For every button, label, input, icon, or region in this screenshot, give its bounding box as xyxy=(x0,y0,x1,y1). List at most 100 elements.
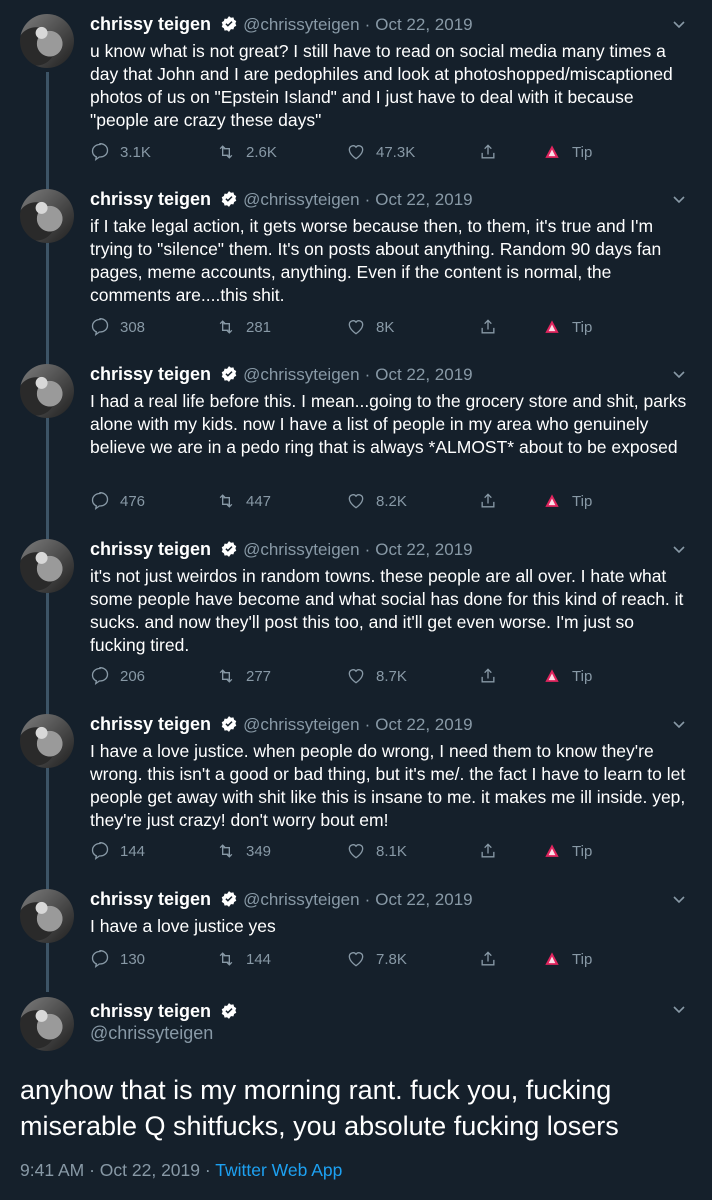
like-count: 8.1K xyxy=(376,842,407,860)
retweet-button[interactable]: 281 xyxy=(216,317,271,337)
retweet-count: 447 xyxy=(246,492,272,510)
separator: · xyxy=(204,1160,211,1180)
tip-icon xyxy=(545,952,559,965)
tip-label: Tip xyxy=(572,143,593,161)
retweet-count: 277 xyxy=(246,667,272,685)
like-icon xyxy=(348,494,364,509)
tip-icon xyxy=(545,669,559,682)
chevron-down-icon[interactable] xyxy=(672,193,686,207)
reply-count: 3.1K xyxy=(120,143,151,161)
tip-button[interactable]: Tip xyxy=(542,841,592,861)
avatar[interactable] xyxy=(20,889,74,943)
tip-label: Tip xyxy=(572,842,593,860)
tweet-actions: 144 349 8.1K Tip xyxy=(90,841,610,865)
source-app-link[interactable]: Twitter Web App xyxy=(215,1160,342,1180)
share-icon xyxy=(481,144,495,159)
display-name[interactable]: chrissy teigen xyxy=(90,14,211,34)
separator: · xyxy=(364,15,371,34)
display-name[interactable]: chrissy teigen xyxy=(90,189,211,209)
tip-button[interactable]: Tip xyxy=(542,491,592,511)
tweet-header: chrissy teigen @chrissyteigen · Oct 22, … xyxy=(90,889,473,910)
handle[interactable]: @chrissyteigen xyxy=(243,890,359,909)
share-icon xyxy=(481,951,495,966)
retweet-button[interactable]: 349 xyxy=(216,841,271,861)
verified-icon xyxy=(221,541,237,557)
tip-icon xyxy=(545,320,559,333)
retweet-button[interactable]: 2.6K xyxy=(216,142,277,162)
share-button[interactable] xyxy=(478,666,498,686)
display-name[interactable]: chrissy teigen xyxy=(90,539,211,559)
like-count: 8K xyxy=(376,318,395,336)
tweet-date[interactable]: Oct 22, 2019 xyxy=(375,15,472,34)
like-button[interactable]: 8.1K xyxy=(346,841,407,861)
avatar[interactable] xyxy=(20,364,74,418)
share-button[interactable] xyxy=(478,949,498,969)
retweet-button[interactable]: 144 xyxy=(216,949,271,969)
display-name[interactable]: chrissy teigen xyxy=(90,364,211,384)
retweet-button[interactable]: 447 xyxy=(216,491,271,511)
retweet-icon xyxy=(219,320,233,334)
tweet-date[interactable]: Oct 22, 2019 xyxy=(375,715,472,734)
like-button[interactable]: 8K xyxy=(346,317,394,337)
chevron-down-icon[interactable] xyxy=(672,543,686,557)
tip-label: Tip xyxy=(572,667,593,685)
retweet-button[interactable]: 277 xyxy=(216,666,271,686)
display-name[interactable]: chrissy teigen xyxy=(90,714,211,734)
tip-button[interactable]: Tip xyxy=(542,317,592,337)
separator: · xyxy=(364,890,371,909)
display-name[interactable]: chrissy teigen xyxy=(90,889,211,909)
avatar[interactable] xyxy=(20,714,74,768)
like-icon xyxy=(348,669,364,684)
like-button[interactable]: 8.2K xyxy=(346,491,407,511)
share-button[interactable] xyxy=(478,491,498,511)
handle[interactable]: @chrissyteigen xyxy=(243,715,359,734)
reply-button[interactable]: 476 xyxy=(90,491,145,511)
tweet-date[interactable]: Oct 22, 2019 xyxy=(375,365,472,384)
share-button[interactable] xyxy=(478,841,498,861)
like-icon xyxy=(348,145,364,160)
chevron-down-icon[interactable] xyxy=(672,368,686,382)
tweet-date[interactable]: Oct 22, 2019 xyxy=(375,190,472,209)
like-button[interactable]: 8.7K xyxy=(346,666,407,686)
handle[interactable]: @chrissyteigen xyxy=(90,1023,213,1044)
display-name[interactable]: chrissy teigen xyxy=(90,1001,211,1021)
tweet-date[interactable]: Oct 22, 2019 xyxy=(100,1160,200,1180)
chevron-down-icon[interactable] xyxy=(672,18,686,32)
reply-icon xyxy=(91,841,109,861)
like-button[interactable]: 7.8K xyxy=(346,949,407,969)
chevron-down-icon[interactable] xyxy=(672,893,686,907)
verified-icon xyxy=(221,1003,237,1019)
avatar[interactable] xyxy=(20,14,74,68)
reply-button[interactable]: 3.1K xyxy=(90,142,151,162)
retweet-count: 144 xyxy=(246,950,272,968)
like-button[interactable]: 47.3K xyxy=(346,142,415,162)
verified-icon xyxy=(221,716,237,732)
share-button[interactable] xyxy=(478,142,498,162)
tip-label: Tip xyxy=(572,318,593,336)
like-icon xyxy=(348,320,364,335)
handle[interactable]: @chrissyteigen xyxy=(243,540,359,559)
avatar[interactable] xyxy=(20,189,74,243)
reply-button[interactable]: 130 xyxy=(90,949,145,969)
handle[interactable]: @chrissyteigen xyxy=(243,365,359,384)
handle[interactable]: @chrissyteigen xyxy=(243,190,359,209)
tweet-time[interactable]: 9:41 AM xyxy=(20,1160,84,1180)
avatar[interactable] xyxy=(20,997,74,1051)
tip-button[interactable]: Tip xyxy=(542,142,592,162)
tweet-date[interactable]: Oct 22, 2019 xyxy=(375,890,472,909)
chevron-down-icon[interactable] xyxy=(672,1003,686,1017)
share-button[interactable] xyxy=(478,317,498,337)
reply-icon xyxy=(91,142,109,162)
chevron-down-icon[interactable] xyxy=(672,718,686,732)
tweet-date[interactable]: Oct 22, 2019 xyxy=(375,540,472,559)
reply-button[interactable]: 206 xyxy=(90,666,145,686)
handle[interactable]: @chrissyteigen xyxy=(243,15,359,34)
reply-button[interactable]: 308 xyxy=(90,317,145,337)
reply-button[interactable]: 144 xyxy=(90,841,145,861)
retweet-count: 2.6K xyxy=(246,143,277,161)
like-count: 8.7K xyxy=(376,667,407,685)
tip-button[interactable]: Tip xyxy=(542,666,592,686)
avatar[interactable] xyxy=(20,539,74,593)
tip-button[interactable]: Tip xyxy=(542,949,592,969)
tweet-actions: 308 281 8K Tip xyxy=(90,317,610,341)
